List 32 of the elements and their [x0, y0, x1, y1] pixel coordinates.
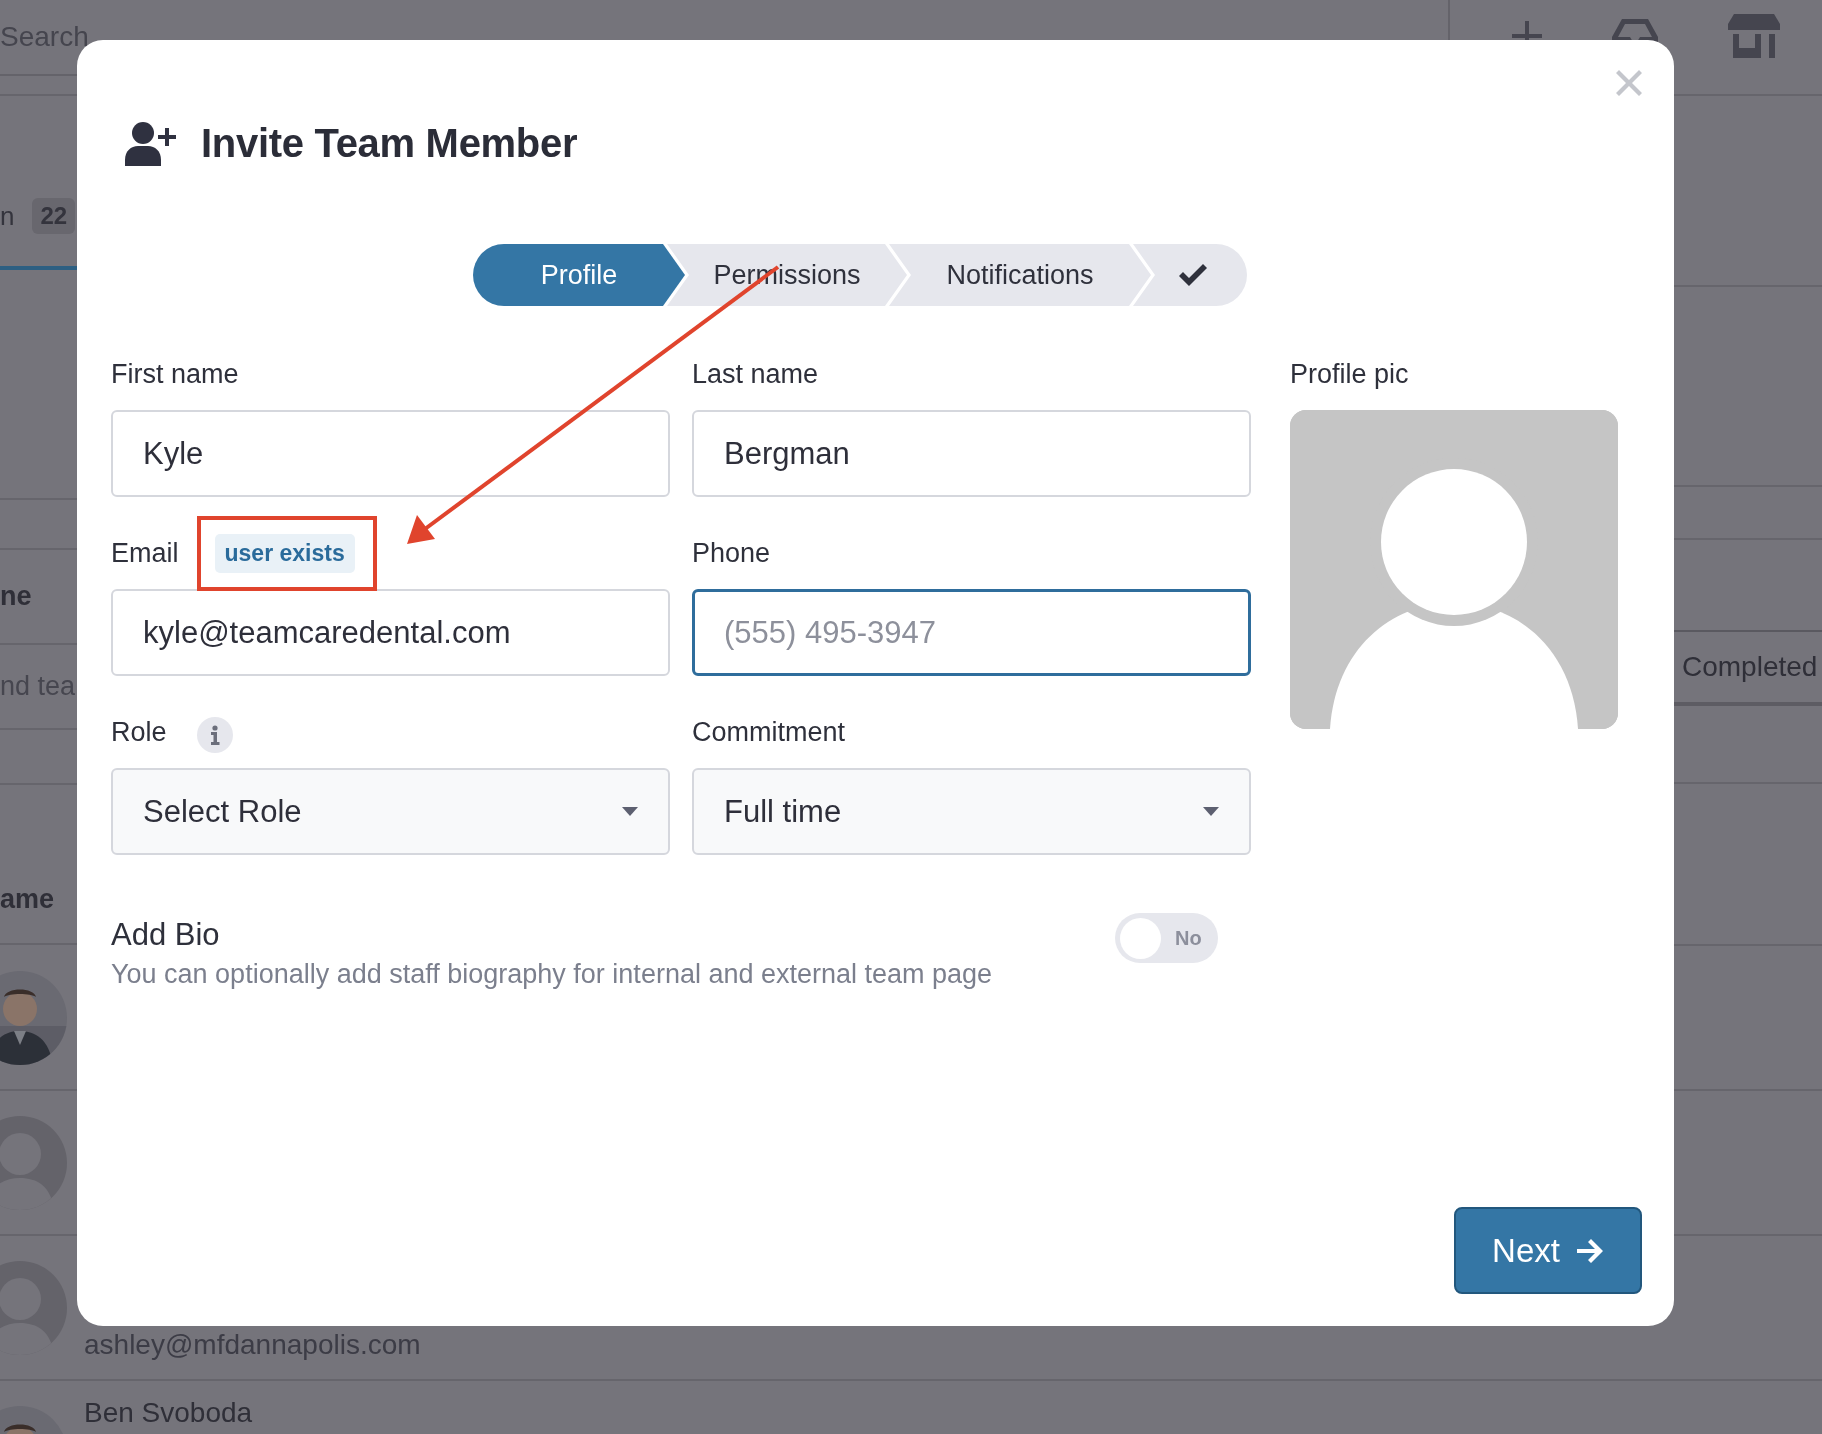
- field-label: Email: [111, 537, 179, 569]
- bio-title: Add Bio: [111, 917, 221, 953]
- field-label: First name: [111, 358, 239, 390]
- text-field[interactable]: kyle@teamcaredental.com: [111, 589, 670, 676]
- user-plus-icon: [125, 121, 177, 166]
- dropdown[interactable]: Select Role: [111, 768, 670, 855]
- member-name: Ben Svoboda: [84, 1396, 253, 1429]
- field-label: Role: [111, 716, 167, 748]
- bio-description: You can optionally add staff biography for internal and external team page: [111, 959, 993, 990]
- next-button[interactable]: Next: [1454, 1207, 1642, 1294]
- field-label: Last name: [692, 358, 819, 390]
- caret-icon: [1203, 807, 1219, 816]
- text-field[interactable]: Bergman: [692, 410, 1251, 497]
- section-heading: ne: [0, 581, 32, 612]
- close-icon: [1616, 70, 1642, 96]
- check-icon: [1179, 264, 1207, 286]
- arrow-right-icon: [1575, 1237, 1604, 1264]
- member-email: ashley@mfdannapolis.com: [84, 1329, 421, 1362]
- field-label: Phone: [692, 537, 771, 569]
- status-cell-text: Completed: [1681, 651, 1818, 683]
- step-tab[interactable]: Notifications: [889, 244, 1151, 306]
- caret-icon: [622, 807, 638, 816]
- info-icon[interactable]: [196, 717, 233, 753]
- step-tab[interactable]: Profile: [473, 244, 685, 306]
- column-heading: ame: [0, 884, 55, 915]
- status-badge: user exists: [214, 533, 355, 573]
- field-label: Commitment: [692, 716, 846, 748]
- text-field[interactable]: Kyle: [111, 410, 670, 497]
- text-field[interactable]: (555) 495-3947: [692, 589, 1251, 676]
- dialog-title: Invite Team Member: [201, 121, 578, 166]
- field-label: Profile pic: [1290, 357, 1410, 391]
- dropdown[interactable]: Full time: [692, 768, 1251, 855]
